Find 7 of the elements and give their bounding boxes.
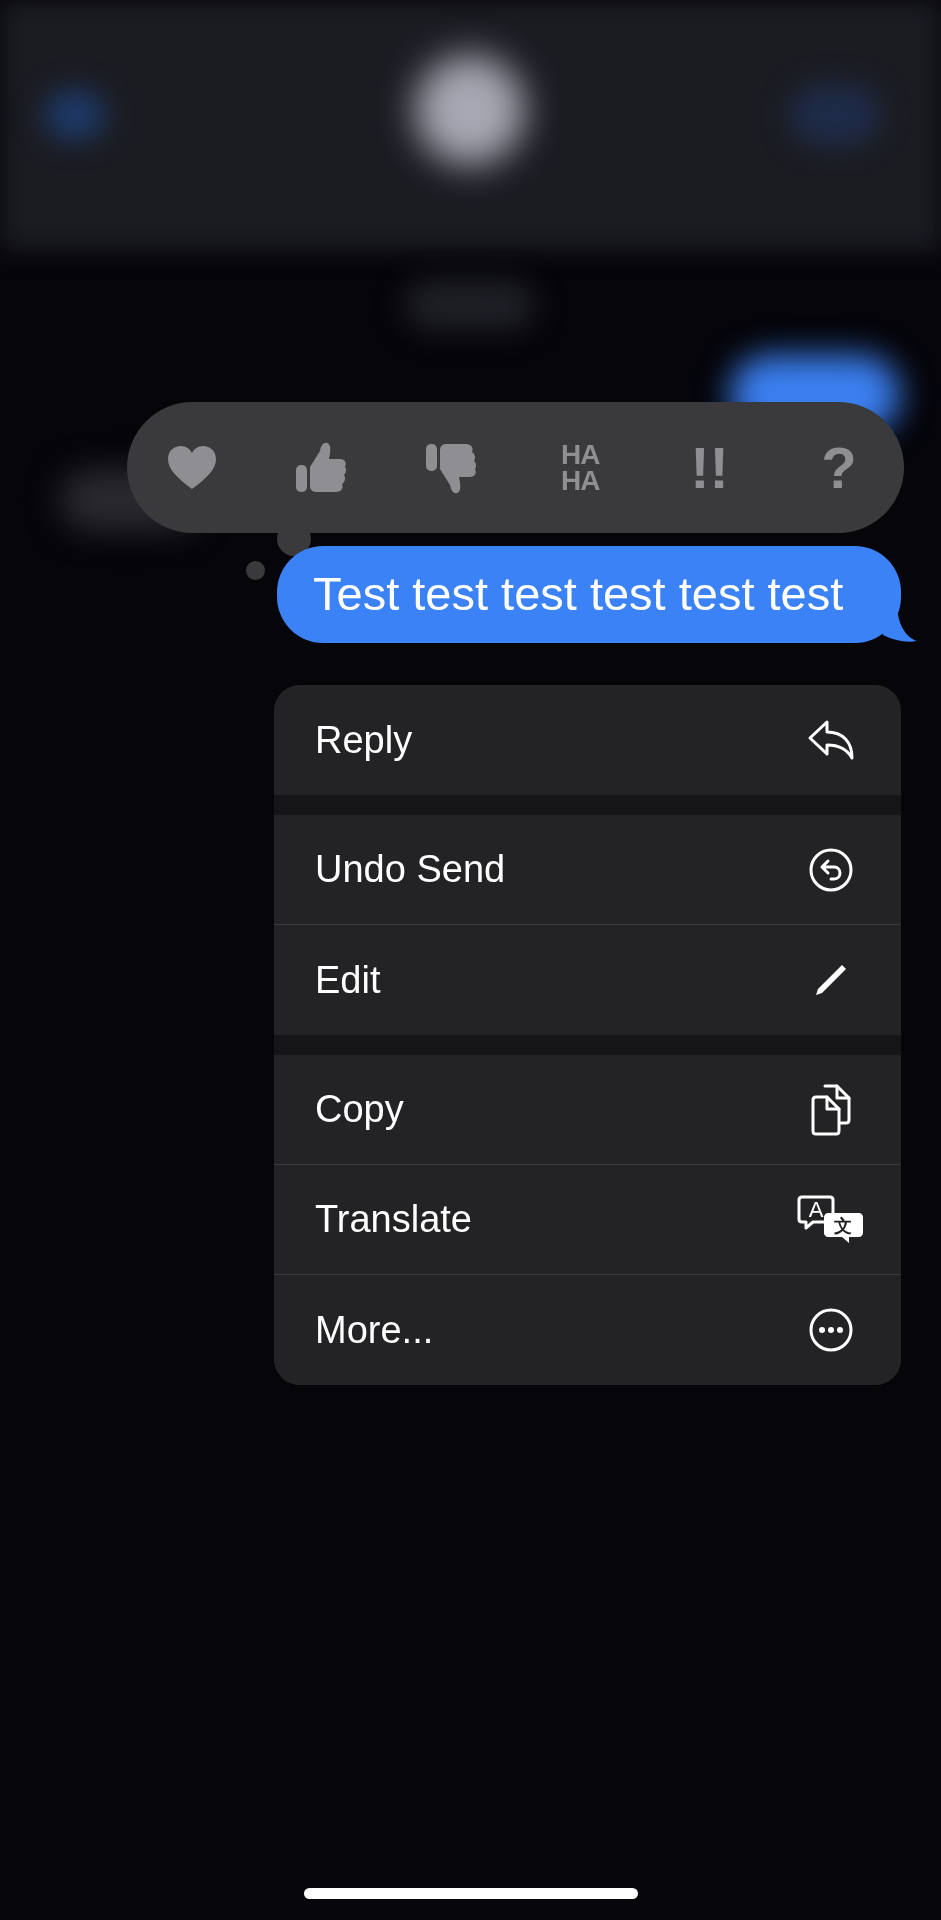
undo-icon xyxy=(809,847,853,892)
copy-icon xyxy=(809,1083,853,1136)
thumbs-up-icon[interactable] xyxy=(294,440,349,495)
heart-icon[interactable] xyxy=(166,444,218,491)
message-bubble: Test test test test test test xyxy=(277,546,901,643)
more-icon xyxy=(809,1308,853,1352)
reply-icon xyxy=(807,719,855,761)
